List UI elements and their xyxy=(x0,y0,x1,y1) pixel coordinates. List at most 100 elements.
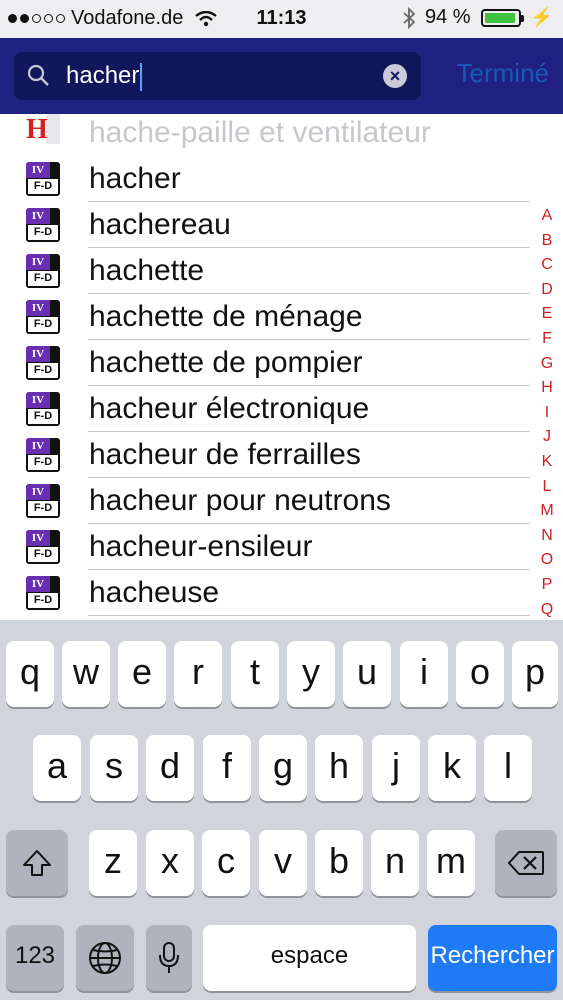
list-item-label: hacheur de ferrailles xyxy=(89,438,361,471)
list-item-label: hachereau xyxy=(89,208,231,241)
shift-button[interactable] xyxy=(6,830,68,896)
dictation-button[interactable] xyxy=(146,925,192,991)
letter-h-icon: H xyxy=(26,114,62,148)
list-item[interactable]: IV F-D hachereau xyxy=(0,202,530,248)
key-p[interactable]: p xyxy=(512,641,558,707)
globe-icon xyxy=(89,942,121,974)
key-t[interactable]: t xyxy=(231,641,279,707)
index-letter[interactable]: H xyxy=(539,376,555,401)
key-x[interactable]: x xyxy=(146,830,194,896)
list-item[interactable]: IV F-D hacheur de ferrailles xyxy=(0,432,530,478)
backspace-icon xyxy=(508,851,544,875)
search-input[interactable]: hacher xyxy=(66,62,143,91)
index-letter[interactable]: C xyxy=(539,253,555,278)
key-u[interactable]: u xyxy=(343,641,391,707)
list-item-label: hachette de pompier xyxy=(89,346,363,379)
battery-percent: 94 % xyxy=(424,6,471,28)
index-letter[interactable]: O xyxy=(539,548,555,573)
list-item-label: hache-paille et ventilateur xyxy=(89,116,431,149)
list-item[interactable]: IV F-D hachette de ménage xyxy=(0,294,530,340)
list-item-label: hachette de ménage xyxy=(89,300,363,333)
dictionary-fd-icon: IV F-D xyxy=(26,162,60,196)
index-letter[interactable]: E xyxy=(539,302,555,327)
index-letter[interactable]: Q xyxy=(539,598,555,621)
list-item-label: hachette xyxy=(89,254,205,287)
index-letter[interactable]: K xyxy=(539,450,555,475)
index-letter[interactable]: J xyxy=(539,425,555,450)
key-d[interactable]: d xyxy=(146,735,194,801)
key-k[interactable]: k xyxy=(428,735,476,801)
key-b[interactable]: b xyxy=(315,830,363,896)
key-e[interactable]: e xyxy=(118,641,166,707)
search-query-text: hacher xyxy=(66,62,140,89)
shift-icon xyxy=(23,850,51,876)
list-item[interactable]: IV F-D hacheur électronique xyxy=(0,386,530,432)
clear-search-icon[interactable]: × xyxy=(383,64,407,88)
list-item[interactable]: IV F-D hacher xyxy=(0,156,530,202)
key-a[interactable]: a xyxy=(33,735,81,801)
list-item[interactable]: IV F-D hacheur-ensileur xyxy=(0,524,530,570)
key-r[interactable]: r xyxy=(174,641,222,707)
dictionary-fd-icon: IV F-D xyxy=(26,392,60,426)
key-c[interactable]: c xyxy=(202,830,250,896)
key-j[interactable]: j xyxy=(372,735,420,801)
done-button[interactable]: Terminé xyxy=(457,58,549,89)
list-item[interactable]: IV F-D hacheur pour neutrons xyxy=(0,478,530,524)
index-letter[interactable]: N xyxy=(539,524,555,549)
search-key[interactable]: Rechercher xyxy=(428,925,557,991)
dictionary-fd-icon: IV F-D xyxy=(26,208,60,242)
key-z[interactable]: z xyxy=(89,830,137,896)
key-v[interactable]: v xyxy=(259,830,307,896)
keyboard: q w e r t y u i o p a s d f g h j k l z … xyxy=(0,620,563,1000)
space-bar[interactable]: espace xyxy=(203,925,416,991)
status-bar: Vodafone.de 11:13 94 % ⚡ xyxy=(0,0,563,38)
index-letter[interactable]: I xyxy=(539,401,555,426)
search-icon xyxy=(27,64,49,86)
key-n[interactable]: n xyxy=(371,830,419,896)
index-letter[interactable]: F xyxy=(539,327,555,352)
list-item-label: hacheur-ensileur xyxy=(89,530,313,563)
index-letter[interactable]: P xyxy=(539,573,555,598)
list-item[interactable]: IV F-D hachette xyxy=(0,248,530,294)
key-o[interactable]: o xyxy=(456,641,504,707)
key-m[interactable]: m xyxy=(427,830,475,896)
dictionary-fd-icon: IV F-D xyxy=(26,438,60,472)
globe-button[interactable] xyxy=(76,925,134,991)
alphabet-index[interactable]: A B C D E F G H I J K L M N O P Q xyxy=(539,204,555,620)
index-letter[interactable]: M xyxy=(539,499,555,524)
key-y[interactable]: y xyxy=(287,641,335,707)
key-f[interactable]: f xyxy=(203,735,251,801)
key-h[interactable]: h xyxy=(315,735,363,801)
key-g[interactable]: g xyxy=(259,735,307,801)
dictionary-fd-icon: IV F-D xyxy=(26,576,60,610)
list-item[interactable]: IV F-D hachette de pompier xyxy=(0,340,530,386)
status-right: 94 % ⚡ xyxy=(403,6,553,29)
dictionary-fd-icon: IV F-D xyxy=(26,484,60,518)
battery-icon xyxy=(480,8,524,27)
index-letter[interactable]: A xyxy=(539,204,555,229)
dictionary-fd-icon: IV F-D xyxy=(26,300,60,334)
key-l[interactable]: l xyxy=(484,735,532,801)
index-letter[interactable]: D xyxy=(539,278,555,303)
search-field[interactable]: hacher × xyxy=(14,52,421,100)
index-letter[interactable]: L xyxy=(539,475,555,500)
list-item[interactable]: H hache-paille et ventilateur xyxy=(0,114,530,156)
backspace-button[interactable] xyxy=(495,830,557,896)
list-item-label: hacheuse xyxy=(89,576,220,609)
results-list[interactable]: H hache-paille et ventilateur IV F-D hach… xyxy=(0,114,563,620)
dictionary-fd-icon: IV F-D xyxy=(26,530,60,564)
index-letter[interactable]: B xyxy=(539,229,555,254)
text-cursor xyxy=(140,62,143,91)
key-w[interactable]: w xyxy=(62,641,110,707)
numbers-button[interactable]: 123 xyxy=(6,925,64,991)
key-s[interactable]: s xyxy=(90,735,138,801)
charging-icon: ⚡ xyxy=(530,7,553,27)
search-bar: hacher × Terminé xyxy=(0,38,563,114)
list-item-label: hacher xyxy=(89,162,181,195)
key-q[interactable]: q xyxy=(6,641,54,707)
list-item[interactable]: IV F-D hacheuse xyxy=(0,570,530,616)
index-letter[interactable]: G xyxy=(539,352,555,377)
microphone-icon xyxy=(159,942,179,973)
key-i[interactable]: i xyxy=(400,641,448,707)
bluetooth-icon xyxy=(403,6,415,29)
